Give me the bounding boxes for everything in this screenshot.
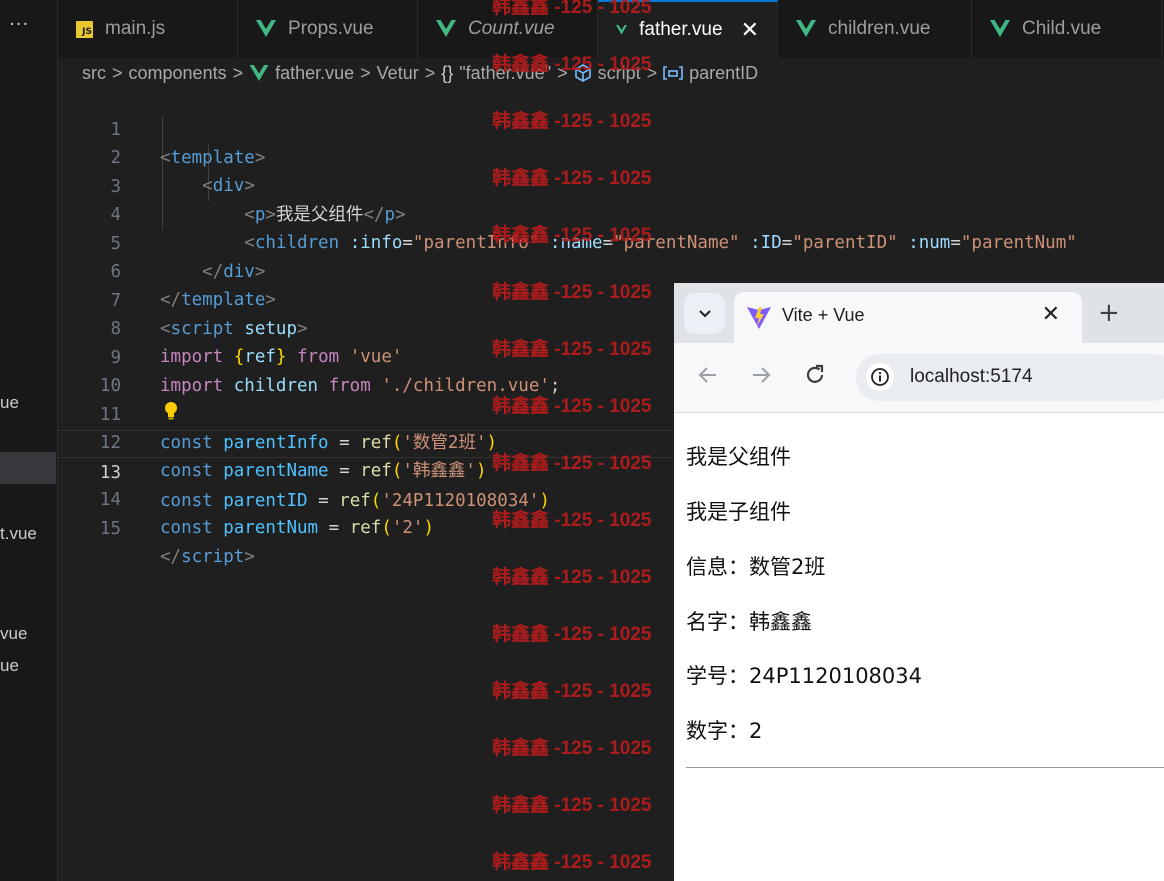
breadcrumb-separator: > [232,62,244,83]
object-icon: {} [441,62,454,83]
tab-child-vue[interactable]: Child.vue [972,0,1162,58]
url-text: localhost:5174 [910,366,1033,387]
explorer-item[interactable]: t.vue [0,524,37,544]
browser-window: Vite + Vue ✕ + localhost:5174 我是父组件 我是子组… [674,283,1164,881]
watermark: 韩鑫鑫 -125 - 1025 [492,510,652,531]
lightbulb-icon[interactable] [164,402,178,420]
watermark: 韩鑫鑫 -125 - 1025 [492,339,652,360]
browser-titlebar: Vite + Vue ✕ + [674,283,1164,343]
watermark: 韩鑫鑫 -125 - 1025 [492,111,652,132]
tab-children-vue[interactable]: children.vue [778,0,972,58]
vue-file-icon [436,20,456,37]
info-icon [871,368,889,386]
site-info-button[interactable] [866,363,894,391]
breadcrumb-separator: > [112,62,123,83]
tab-label: main.js [105,18,166,39]
address-bar[interactable]: localhost:5174 [856,354,1164,401]
watermark: 韩鑫鑫 -125 - 1025 [492,681,652,702]
breadcrumb-components[interactable]: components [129,63,227,84]
tab-label: Child.vue [1022,18,1102,39]
browser-toolbar: localhost:5174 [674,343,1164,413]
vite-logo-icon [747,307,771,329]
watermark: 韩鑫鑫 -125 - 1025 [492,738,652,759]
watermark: 韩鑫鑫 -125 - 1025 [492,795,652,816]
watermark: 韩鑫鑫 -125 - 1025 [492,225,652,246]
breadcrumb-separator: > [360,62,371,83]
close-icon[interactable]: ✕ [1042,302,1060,327]
tab-label: Props.vue [288,18,374,39]
watermark: 韩鑫鑫 -125 - 1025 [492,396,652,417]
breadcrumb-file[interactable]: father.vue [275,63,354,84]
watermark: 韩鑫鑫 -125 - 1025 [492,624,652,645]
explorer-sidebar: ··· ue t.vue vue ue [0,0,58,881]
vue-file-icon [616,25,628,35]
line-number: 15 [99,519,121,539]
content-line: 数字：2 [686,719,763,743]
content-line: 我是父组件 [686,445,791,469]
watermark: 韩鑫鑫 -125 - 1025 [492,567,652,588]
browser-tab-title: Vite + Vue [782,305,865,325]
page-content: 我是父组件 我是子组件 信息：数管2班 名字：韩鑫鑫 学号：24P1120108… [674,413,1164,881]
content-line: 学号：24P1120108034 [686,664,922,688]
explorer-item[interactable]: ue [0,393,19,413]
tab-search-button[interactable] [684,293,725,334]
tab-label: Count.vue [468,18,555,39]
tab-props-vue[interactable]: Props.vue [238,0,418,58]
breadcrumb: src > components > father.vue > Vetur > … [82,61,758,85]
watermark: 韩鑫鑫 -125 - 1025 [492,168,652,189]
more-actions-icon[interactable]: ··· [9,14,29,35]
variable-icon [663,66,683,80]
content-line: 名字：韩鑫鑫 [686,610,812,634]
close-icon[interactable]: ✕ [741,17,759,43]
back-arrow-icon[interactable] [696,363,720,387]
vue-file-icon [990,20,1010,37]
breadcrumb-vetur[interactable]: Vetur [377,63,419,84]
watermark: 韩鑫鑫 -125 - 1025 [492,0,652,18]
horizontal-rule [686,767,1164,768]
browser-tab[interactable]: Vite + Vue ✕ [734,292,1082,343]
explorer-selected-item[interactable] [0,452,56,484]
tab-label: father.vue [639,19,723,40]
js-file-icon: JS [76,20,93,38]
chevron-down-icon [698,309,711,317]
watermark: 韩鑫鑫 -125 - 1025 [492,54,652,75]
new-tab-button[interactable]: + [1098,298,1120,328]
content-line: 我是子组件 [686,500,791,524]
watermark: 韩鑫鑫 -125 - 1025 [492,852,652,873]
content-line: 信息：数管2班 [686,555,826,579]
watermark: 韩鑫鑫 -125 - 1025 [492,453,652,474]
vue-file-icon [249,64,269,81]
vue-file-icon [256,20,276,37]
breadcrumb-src[interactable]: src [82,63,106,84]
explorer-item[interactable]: ue [0,656,19,676]
breadcrumb-symbol[interactable]: parentID [689,63,758,84]
reload-icon[interactable] [803,363,827,387]
explorer-item[interactable]: vue [0,624,27,644]
forward-arrow-icon[interactable] [749,363,773,387]
tab-main-js[interactable]: JS main.js [58,0,238,58]
watermark: 韩鑫鑫 -125 - 1025 [492,282,652,303]
breadcrumb-separator: > [424,62,436,83]
vue-file-icon [796,20,816,37]
tab-label: children.vue [828,18,931,39]
